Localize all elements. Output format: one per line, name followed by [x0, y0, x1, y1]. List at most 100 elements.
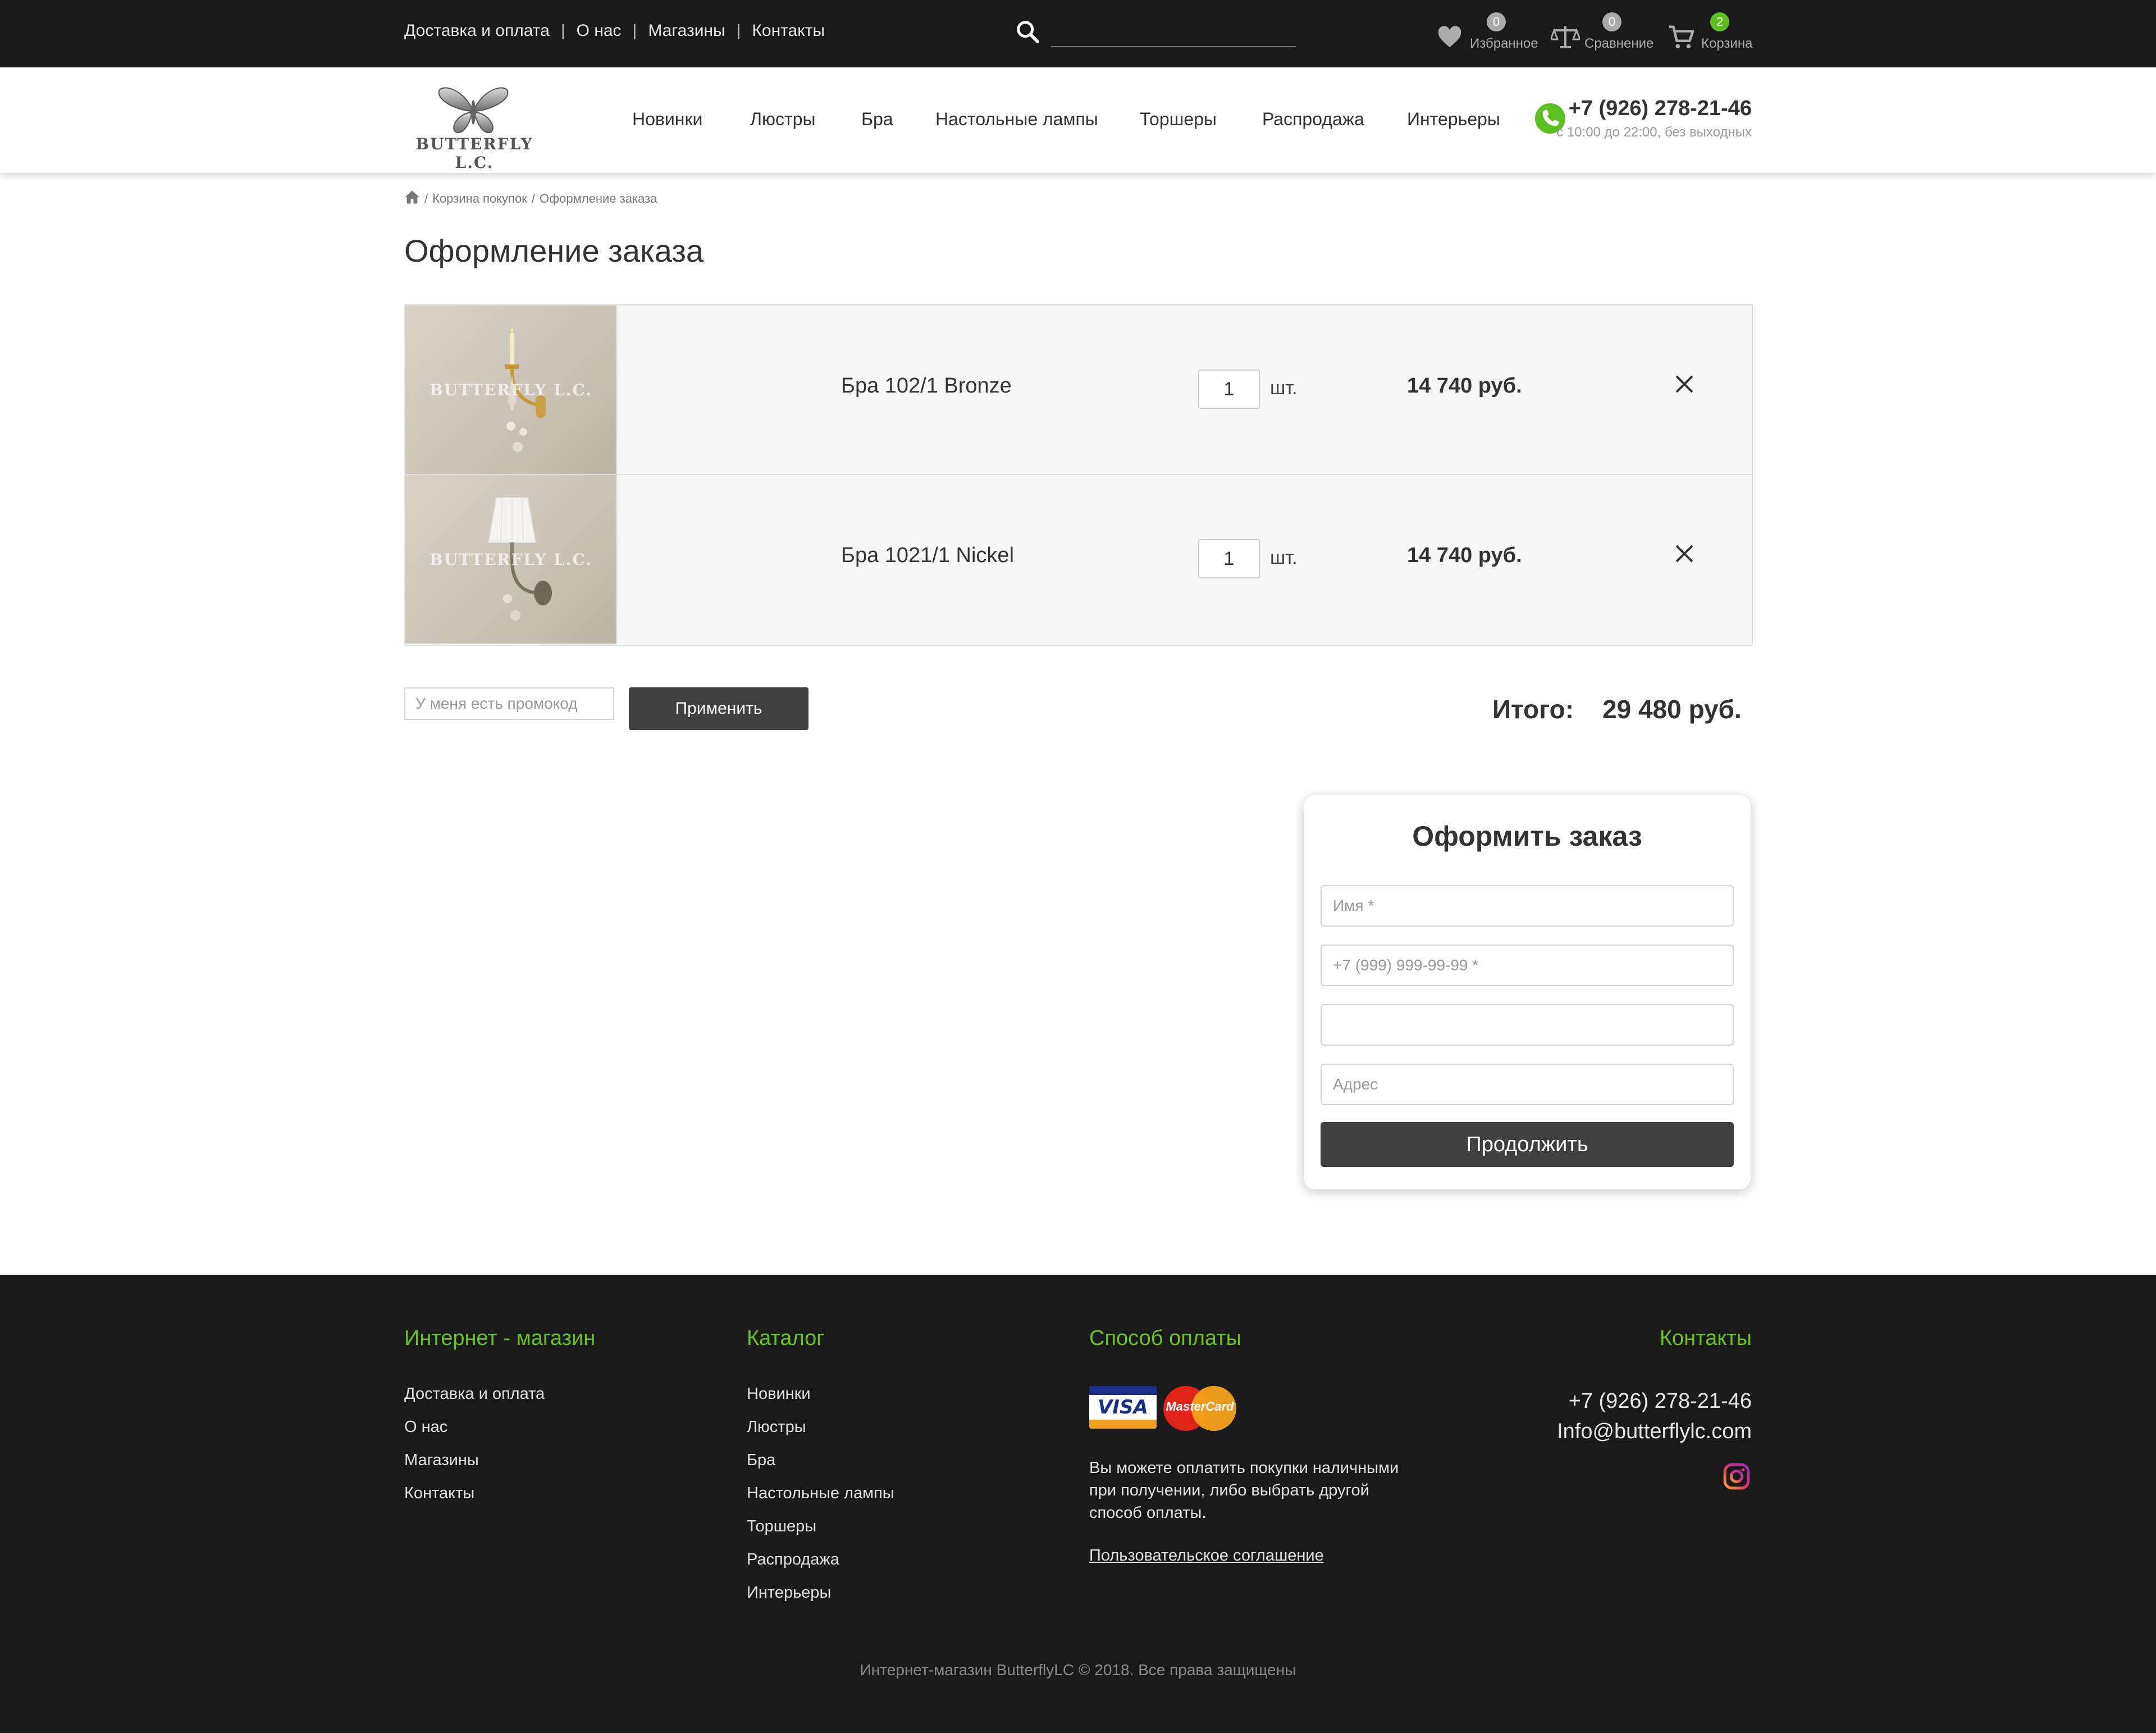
instagram-icon[interactable] [1723, 1462, 1751, 1490]
footer-link-sale[interactable]: Распродажа [747, 1550, 894, 1584]
quantity-unit: шт. [1270, 377, 1298, 399]
cart-button[interactable]: 2 Корзина [1668, 12, 1753, 55]
mastercard-logo: MasterCard [1163, 1386, 1236, 1431]
image-watermark: BUTTERFLY L.C. [430, 381, 592, 399]
order-form-title: Оформить заказ [1412, 820, 1642, 852]
name-field[interactable] [1321, 885, 1734, 927]
heart-icon [1438, 26, 1461, 48]
copyright: Интернет-магазин ButterflyLC © 2018. Все… [860, 1661, 1296, 1679]
breadcrumb-separator: / [531, 191, 535, 206]
compare-label: Сравнение [1584, 36, 1654, 51]
top-bar: Доставка и оплата | О нас | Магазины | К… [0, 0, 2156, 67]
footer-contacts-title: Контакты [1659, 1326, 1752, 1350]
breadcrumb: / Корзина покупок / Оформление заказа [404, 190, 657, 208]
product-name[interactable]: Бра 102/1 Bronze [841, 374, 1012, 398]
nav-item-chandeliers[interactable]: Люстры [750, 109, 815, 130]
favorites-count-badge: 0 [1487, 12, 1506, 31]
top-link-stores[interactable]: Магазины [648, 21, 725, 40]
footer-link-sconces[interactable]: Бра [747, 1451, 894, 1484]
scales-icon [1551, 26, 1580, 48]
cart-icon [1669, 25, 1694, 49]
search-input[interactable] [1051, 46, 1296, 47]
breadcrumb-separator: / [424, 191, 428, 206]
nav-item-interiors[interactable]: Интерьеры [1407, 109, 1500, 130]
payment-description: Вы можете оплатить покупки наличными при… [1089, 1459, 1399, 1522]
footer-shop-title: Интернет - магазин [404, 1326, 596, 1350]
page-title: Оформление заказа [404, 233, 704, 268]
footer-link-floor-lamps[interactable]: Торшеры [747, 1517, 894, 1550]
footer-link-interiors[interactable]: Интерьеры [747, 1584, 894, 1617]
cart-count-badge: 2 [1710, 12, 1729, 31]
footer-link-stores[interactable]: Магазины [404, 1451, 545, 1484]
separator: | [736, 21, 741, 40]
cart-label: Корзина [1701, 36, 1753, 51]
footer-phone[interactable]: +7 (926) 278-21-46 [1569, 1389, 1752, 1413]
total-label: Итого: [1492, 695, 1574, 724]
nav-item-table-lamps[interactable]: Настольные лампы [935, 109, 1098, 130]
footer-link-delivery[interactable]: Доставка и оплата [404, 1385, 545, 1418]
favorites-button[interactable]: 0 Избранное [1437, 12, 1538, 55]
order-form: Оформить заказ Продолжить [1304, 795, 1751, 1189]
search-icon[interactable] [1015, 19, 1041, 48]
footer-payment-title: Способ оплаты [1089, 1326, 1241, 1350]
address-field[interactable] [1321, 1064, 1734, 1105]
nav-item-floor-lamps[interactable]: Торшеры [1140, 109, 1217, 130]
cart-row: BUTTERFLY L.C. Бра 102/1 Bronze 1 шт. 14… [405, 305, 1752, 475]
compare-count-badge: 0 [1602, 12, 1621, 31]
working-hours: с 10:00 до 22:00, без выходных [1556, 125, 1752, 140]
compare-button[interactable]: 0 Сравнение [1551, 12, 1654, 55]
footer-link-table-lamps[interactable]: Настольные лампы [747, 1484, 894, 1517]
butterfly-logo-icon [438, 87, 509, 134]
nav-item-new[interactable]: Новинки [632, 109, 702, 130]
product-image[interactable]: BUTTERFLY L.C. [405, 475, 616, 644]
footer-shop-links: Доставка и оплата О нас Магазины Контакт… [404, 1385, 545, 1517]
footer-link-about[interactable]: О нас [404, 1418, 545, 1451]
product-price: 14 740 руб. [1407, 544, 1522, 567]
remove-item-button[interactable] [1669, 368, 1700, 400]
visa-text: VISA [1098, 1396, 1148, 1419]
visa-logo: VISA [1089, 1386, 1157, 1429]
user-agreement-link[interactable]: Пользовательское соглашение [1089, 1547, 1324, 1565]
logo-text: BUTTERFLY L.C. [415, 135, 533, 172]
image-watermark: BUTTERFLY L.C. [430, 550, 592, 569]
footer-link-contacts[interactable]: Контакты [404, 1484, 545, 1517]
main-header: BUTTERFLY L.C. Новинки Люстры Бра Настол… [0, 67, 2156, 173]
product-image[interactable]: BUTTERFLY L.C. [405, 305, 616, 474]
top-link-about[interactable]: О нас [577, 21, 622, 40]
nav-item-sale[interactable]: Распродажа [1262, 109, 1364, 130]
footer-catalog-title: Каталог [747, 1326, 825, 1350]
product-price: 14 740 руб. [1407, 374, 1522, 398]
home-icon[interactable] [404, 190, 420, 208]
nav-item-sconces[interactable]: Бра [861, 109, 893, 130]
footer: Интернет - магазин Доставка и оплата О н… [0, 1275, 2156, 1733]
remove-item-button[interactable] [1669, 538, 1700, 569]
logo[interactable]: BUTTERFLY L.C. [404, 83, 545, 172]
footer-catalog-links: Новинки Люстры Бра Настольные лампы Торш… [747, 1385, 894, 1617]
apply-promo-button[interactable]: Применить [629, 687, 808, 730]
quantity-input[interactable]: 1 [1198, 539, 1260, 578]
breadcrumb-current: Оформление заказа [539, 191, 657, 206]
top-links: Доставка и оплата | О нас | Магазины | К… [404, 21, 825, 40]
cart-row: BUTTERFLY L.C. Бра 1021/1 Nickel 1 шт. 1… [405, 475, 1752, 644]
promo-code-input[interactable] [404, 687, 614, 720]
close-icon [1675, 545, 1693, 563]
phone-field[interactable] [1321, 945, 1734, 986]
footer-link-new[interactable]: Новинки [747, 1385, 894, 1418]
separator: | [632, 21, 637, 40]
breadcrumb-cart[interactable]: Корзина покупок [432, 191, 527, 206]
continue-button[interactable]: Продолжить [1321, 1122, 1734, 1167]
separator: | [560, 21, 565, 40]
cart-table: BUTTERFLY L.C. Бра 102/1 Bronze 1 шт. 14… [404, 304, 1753, 646]
top-link-contacts[interactable]: Контакты [752, 21, 825, 40]
close-icon [1675, 375, 1693, 393]
product-name[interactable]: Бра 1021/1 Nickel [841, 544, 1014, 568]
quantity-input[interactable]: 1 [1198, 370, 1260, 409]
extra-field[interactable] [1321, 1004, 1734, 1046]
top-link-delivery[interactable]: Доставка и оплата [404, 21, 550, 40]
footer-email[interactable]: Info@butterflylc.com [1557, 1420, 1752, 1444]
favorites-label: Избранное [1470, 36, 1538, 51]
footer-link-chandeliers[interactable]: Люстры [747, 1418, 894, 1451]
header-phone[interactable]: +7 (926) 278-21-46 [1569, 97, 1752, 121]
mastercard-text: MasterCard [1166, 1399, 1234, 1413]
quantity-unit: шт. [1270, 547, 1298, 568]
